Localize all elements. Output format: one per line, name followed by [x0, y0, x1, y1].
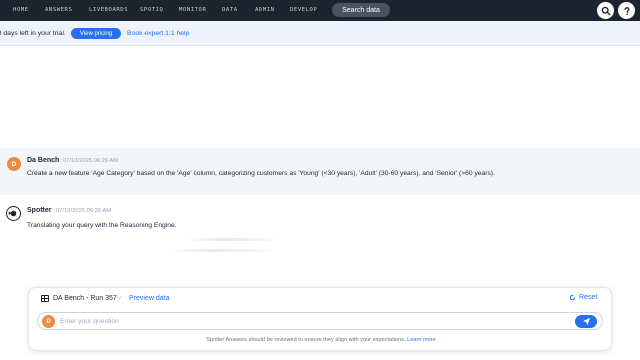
spotter-icon — [6, 206, 21, 221]
trial-banner: l days left in your trial. View pricing … — [0, 21, 640, 46]
composer-user-avatar: D — [42, 315, 55, 328]
user-avatar-letter: D — [11, 160, 17, 168]
question-composer: DA Bench - Run 357 ⌵ Preview data Reset … — [28, 287, 612, 351]
global-search-button[interactable] — [597, 2, 614, 19]
help-icon — [624, 6, 629, 15]
question-input-box: D — [37, 312, 603, 330]
datasource-selector[interactable]: DA Bench - Run 357 — [53, 295, 117, 302]
send-icon — [582, 317, 590, 326]
nav-item-spotiq[interactable]: SPOTIQ — [140, 7, 163, 13]
preview-data-link[interactable]: Preview data — [129, 295, 169, 302]
nav-item-home[interactable]: HOME — [13, 7, 29, 13]
view-pricing-label: View pricing — [79, 30, 113, 37]
send-button[interactable] — [575, 315, 597, 328]
loading-skeleton-line — [170, 249, 275, 252]
trial-message: l days left in your trial. — [0, 30, 66, 37]
nav-item-monitor[interactable]: MONITOR — [179, 7, 206, 13]
reset-icon — [569, 294, 576, 301]
search-data-label: Search data — [342, 6, 380, 14]
reset-label: Reset — [579, 294, 598, 301]
question-input[interactable] — [60, 316, 540, 327]
datasource-table-icon — [41, 295, 49, 302]
nav-item-data[interactable]: DATA — [222, 7, 238, 13]
nav-item-liveboards[interactable]: LIVEBOARDS — [89, 7, 128, 13]
book-expert-link[interactable]: Book expert 1:1 help — [127, 30, 189, 37]
user-message: D Da Bench 07/10/2025 06:26 AM Create a … — [0, 148, 640, 195]
composer-avatar-letter: D — [46, 318, 51, 325]
user-sender-name: Da Bench — [27, 157, 60, 164]
user-message-text: Create a new feature 'Age Category' base… — [27, 170, 495, 177]
help-button[interactable] — [618, 2, 635, 19]
search-icon — [601, 6, 611, 16]
user-avatar: D — [7, 157, 21, 171]
nav-item-develop[interactable]: DEVELOP — [290, 7, 317, 13]
spotter-message-text: Translating your query with the Reasonin… — [27, 222, 177, 229]
learn-more-link[interactable]: Learn more — [407, 337, 436, 343]
disclaimer: Spotter Answers should be reviewed to en… — [29, 337, 613, 343]
loading-skeleton-line — [185, 238, 280, 241]
chevron-down-icon[interactable]: ⌵ — [117, 295, 122, 302]
nav-item-answers[interactable]: ANSWERS — [45, 7, 72, 13]
user-message-timestamp: 07/10/2025 06:26 AM — [63, 158, 119, 164]
top-nav: HOME ANSWERS LIVEBOARDS SPOTIQ MONITOR D… — [0, 0, 640, 21]
spotter-message-timestamp: 07/10/2025 06:26 AM — [56, 208, 112, 214]
spotter-sender-name: Spotter — [27, 207, 52, 214]
reset-button[interactable]: Reset — [569, 294, 597, 301]
disclaimer-text: Spotter Answers should be reviewed to en… — [206, 337, 406, 343]
search-data-button[interactable]: Search data — [332, 3, 390, 17]
nav-item-admin[interactable]: ADMIN — [255, 7, 275, 13]
view-pricing-button[interactable]: View pricing — [71, 28, 121, 39]
